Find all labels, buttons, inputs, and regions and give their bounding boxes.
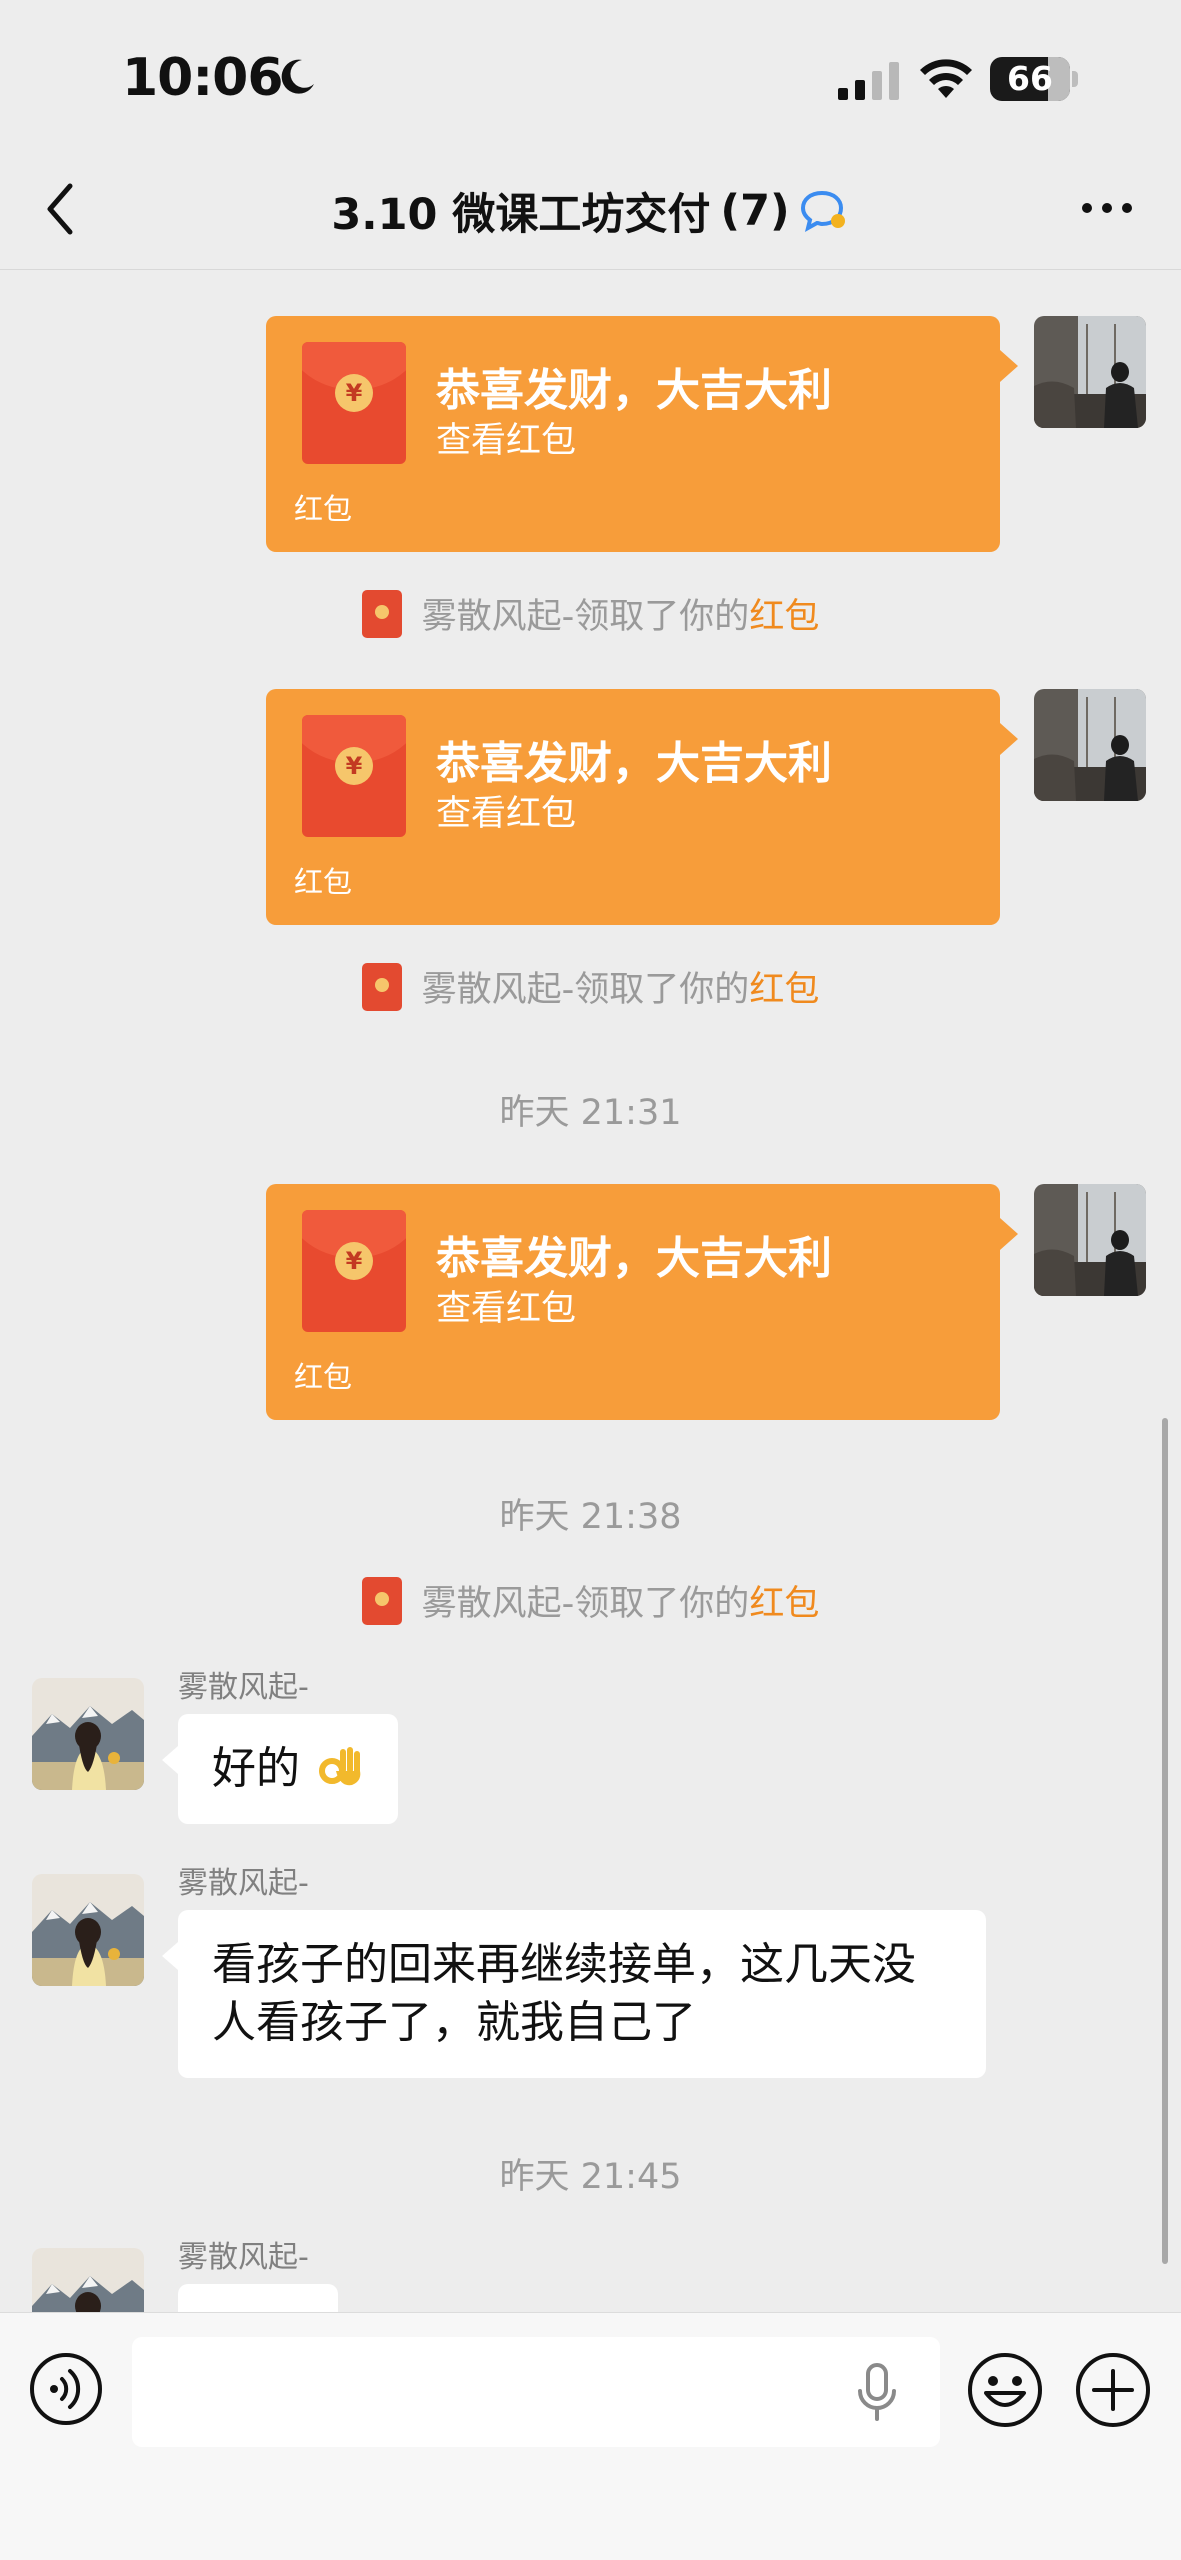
red-packet-title: 恭喜发财，大吉大利: [436, 1233, 832, 1284]
message-text: 好的: [212, 1743, 300, 1794]
emoji-icon[interactable]: [966, 2351, 1044, 2429]
plus-icon[interactable]: [1074, 2351, 1152, 2429]
red-packet-small-icon: [361, 589, 402, 638]
member-count: (7): [720, 186, 790, 236]
message-text: 看孩子的回来再继续接单，这几天没人看孩子了，就我自己了: [212, 1939, 916, 2048]
battery-level: 66: [1007, 59, 1053, 98]
sender-name: 雾散风起-: [178, 2240, 309, 2275]
timestamp: 昨天 21:45: [499, 2157, 682, 2197]
red-packet-message[interactable]: ¥ 恭喜发财，大吉大利 查看红包 红包: [266, 689, 1018, 925]
red-packet-link[interactable]: 红包: [749, 597, 819, 637]
notice-text: 雾散风起-领取了你的: [421, 1584, 750, 1624]
my-avatar[interactable]: [1034, 1184, 1146, 1296]
notice-text: 雾散风起-领取了你的: [421, 970, 750, 1010]
my-avatar[interactable]: [1034, 689, 1146, 801]
message-bubble[interactable]: 看孩子的回来再继续接单，这几天没人看孩子了，就我自己了: [162, 1910, 986, 2078]
voice-mode-icon[interactable]: [28, 2351, 104, 2427]
red-envelope-icon: ¥: [302, 342, 406, 464]
microphone-icon[interactable]: [856, 2363, 898, 2423]
contact-avatar[interactable]: [32, 2248, 144, 2312]
timestamp: 昨天 21:38: [499, 1497, 682, 1537]
red-packet-footer: 红包: [294, 865, 353, 899]
moon-icon: [281, 59, 314, 94]
chat-bubble-icon: [800, 190, 845, 232]
system-notice: 雾散风起-领取了你的红包: [0, 961, 1181, 1020]
red-envelope-icon: ¥: [302, 1210, 406, 1332]
message-input[interactable]: [132, 2337, 940, 2447]
message-bubble[interactable]: 好的: [162, 1714, 398, 1824]
ok-hand-emoji-icon: [319, 1747, 361, 1786]
scrollbar[interactable]: [1162, 1418, 1168, 2264]
chat-title[interactable]: 3.10 微课工坊交付 (7): [0, 180, 1181, 242]
group-name: 3.10 微课工坊交付: [331, 190, 711, 240]
red-packet-subtitle: 查看红包: [436, 421, 577, 461]
red-packet-subtitle: 查看红包: [436, 1289, 577, 1329]
system-notice: 雾散风起-领取了你的红包: [0, 1575, 1181, 1634]
red-packet-subtitle: 查看红包: [436, 794, 577, 834]
red-packet-footer: 红包: [294, 492, 353, 526]
red-packet-small-icon: [361, 1576, 402, 1625]
timestamp: 昨天 21:31: [499, 1093, 682, 1133]
red-packet-title: 恭喜发财，大吉大利: [436, 365, 832, 416]
red-packet-link[interactable]: 红包: [749, 1584, 819, 1624]
chat-area[interactable]: ¥ 恭喜发财，大吉大利 查看红包 红包 雾散风起-领取了你的红包 ¥ 恭喜发财，…: [0, 272, 1181, 2312]
red-packet-message[interactable]: ¥ 恭喜发财，大吉大利 查看红包 红包: [266, 316, 1018, 552]
red-envelope-icon: ¥: [302, 715, 406, 837]
status-bar: 10:06 66: [0, 0, 1181, 150]
sender-name: 雾散风起-: [178, 1670, 309, 1705]
contact-avatar[interactable]: [32, 1678, 144, 1790]
red-packet-link[interactable]: 红包: [749, 970, 819, 1010]
nav-bar: 3.10 微课工坊交付 (7): [0, 150, 1181, 270]
contact-avatar[interactable]: [32, 1874, 144, 1986]
message-bubble[interactable]: [178, 2284, 338, 2312]
signal-icon: [838, 62, 899, 100]
red-packet-small-icon: [361, 962, 402, 1011]
more-icon[interactable]: [1079, 200, 1135, 216]
my-avatar[interactable]: [1034, 316, 1146, 428]
wifi-icon: [920, 59, 972, 98]
system-notice: 雾散风起-领取了你的红包: [0, 588, 1181, 647]
notice-text: 雾散风起-领取了你的: [421, 597, 750, 637]
red-packet-title: 恭喜发财，大吉大利: [436, 738, 832, 789]
input-bar: [0, 2312, 1181, 2560]
red-packet-message[interactable]: ¥ 恭喜发财，大吉大利 查看红包 红包: [266, 1184, 1018, 1420]
sender-name: 雾散风起-: [178, 1866, 309, 1901]
status-time: 10:06: [122, 48, 284, 108]
red-packet-footer: 红包: [294, 1360, 353, 1394]
battery-icon: 66: [990, 57, 1078, 101]
